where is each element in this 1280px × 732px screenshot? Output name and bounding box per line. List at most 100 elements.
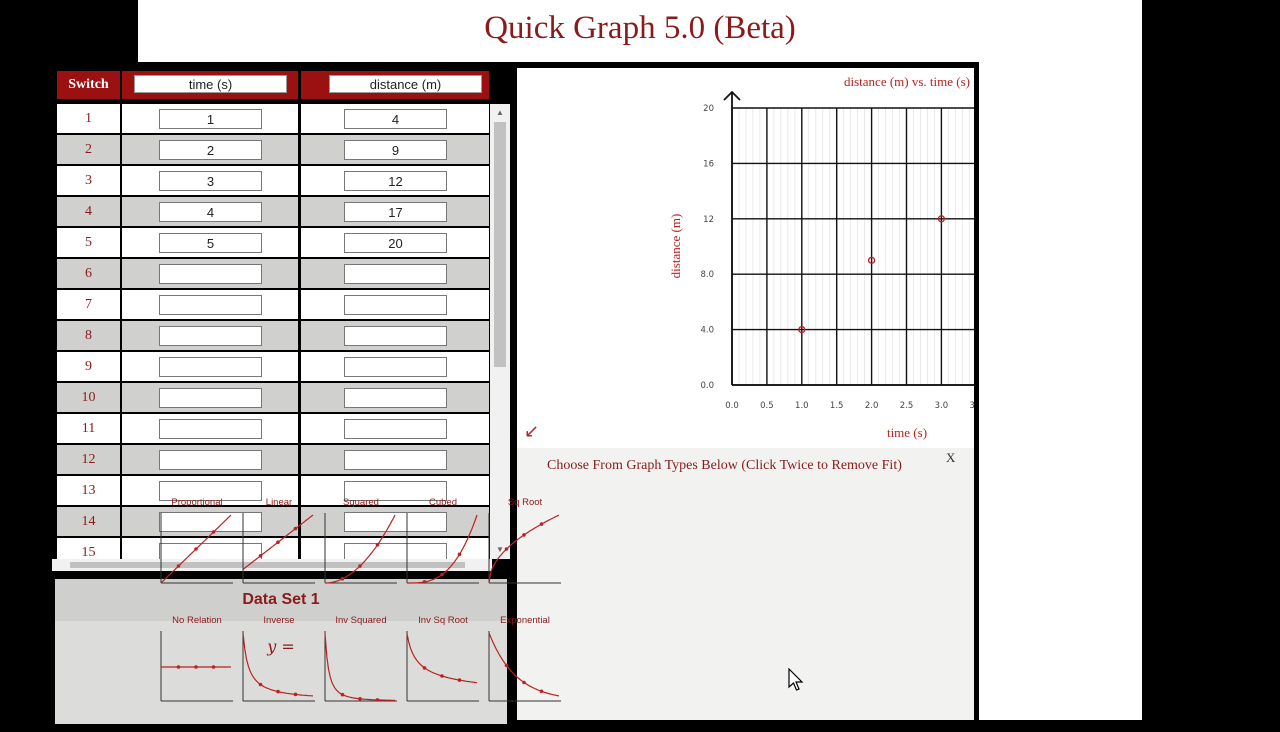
distance-input[interactable] bbox=[344, 171, 447, 191]
fit-thumbnail bbox=[242, 631, 315, 702]
distance-input[interactable] bbox=[344, 233, 447, 253]
column-b-name-input[interactable] bbox=[329, 75, 482, 93]
app-title: Quick Graph 5.0 (Beta) bbox=[484, 10, 796, 46]
time-input[interactable] bbox=[159, 264, 262, 284]
fit-option-squared[interactable]: Squared bbox=[321, 497, 401, 587]
time-input[interactable] bbox=[159, 419, 262, 439]
x-tick-label: 1.0 bbox=[795, 401, 809, 411]
fit-sample-dot bbox=[340, 692, 345, 697]
row-number: 6 bbox=[57, 259, 120, 288]
row-number: 13 bbox=[57, 476, 120, 505]
distance-cell bbox=[301, 166, 489, 195]
row-number: 5 bbox=[57, 228, 120, 257]
time-input[interactable] bbox=[159, 357, 262, 377]
time-input[interactable] bbox=[159, 202, 262, 222]
fit-label: Proportional bbox=[171, 497, 223, 508]
distance-input[interactable] bbox=[344, 388, 447, 408]
time-input[interactable] bbox=[159, 171, 262, 191]
column-a-header bbox=[122, 71, 298, 99]
collapse-arrow-icon[interactable]: ↙ bbox=[524, 421, 539, 442]
distance-input[interactable] bbox=[344, 140, 447, 160]
y-axis-label: distance (m) bbox=[668, 214, 683, 279]
fit-thumbnail bbox=[488, 513, 561, 584]
y-tick-label: 0.0 bbox=[700, 381, 714, 391]
distance-cell bbox=[301, 135, 489, 164]
fit-curve bbox=[325, 514, 396, 584]
scrollbar-thumb[interactable] bbox=[494, 122, 506, 367]
distance-input[interactable] bbox=[344, 264, 447, 284]
distance-input[interactable] bbox=[344, 450, 447, 470]
time-input[interactable] bbox=[159, 140, 262, 160]
scroll-up-icon[interactable]: ▲ bbox=[490, 106, 510, 120]
time-cell bbox=[122, 197, 298, 226]
distance-cell bbox=[301, 259, 489, 288]
distance-input[interactable] bbox=[344, 357, 447, 377]
row-number: 14 bbox=[57, 507, 120, 536]
fit-sample-dot bbox=[375, 543, 380, 547]
fit-option-sq-root[interactable]: Sq Root bbox=[485, 497, 565, 587]
fit-sample-dot bbox=[211, 530, 216, 534]
y-tick-label: 12 bbox=[703, 215, 714, 225]
column-a-name-input[interactable] bbox=[134, 75, 287, 93]
x-tick-label: 0.0 bbox=[725, 401, 739, 411]
table-row: 1 bbox=[57, 104, 489, 133]
fit-label: Inv Sq Root bbox=[418, 615, 468, 626]
fit-sample-dot bbox=[293, 692, 298, 697]
fit-curve bbox=[242, 632, 314, 697]
distance-cell bbox=[301, 321, 489, 350]
distance-cell bbox=[301, 352, 489, 381]
distance-cell bbox=[301, 290, 489, 319]
fit-label: No Relation bbox=[172, 615, 222, 626]
scatter-chart[interactable]: 0.00.51.01.52.02.53.03.54.04.55.00.04.08… bbox=[517, 68, 974, 448]
distance-input[interactable] bbox=[344, 326, 447, 346]
fit-option-exponential[interactable]: Exponential bbox=[485, 615, 565, 705]
fit-option-inverse[interactable]: Inverse bbox=[239, 615, 319, 705]
x-tick-label: 1.5 bbox=[830, 401, 844, 411]
vertical-scrollbar[interactable]: ▲ ▼ bbox=[490, 104, 510, 559]
distance-input[interactable] bbox=[344, 419, 447, 439]
time-input[interactable] bbox=[159, 326, 262, 346]
row-number: 1 bbox=[57, 104, 120, 133]
fit-option-linear[interactable]: Linear bbox=[239, 497, 319, 587]
distance-cell bbox=[301, 104, 489, 133]
fit-label: Inv Squared bbox=[335, 615, 387, 626]
fit-chooser-title: Choose From Graph Types Below (Click Twi… bbox=[547, 458, 902, 473]
fit-label: Exponential bbox=[500, 615, 550, 626]
distance-input[interactable] bbox=[344, 295, 447, 315]
fit-option-no-relation[interactable]: No Relation bbox=[157, 615, 237, 705]
time-cell bbox=[122, 228, 298, 257]
distance-input[interactable] bbox=[344, 109, 447, 129]
table-row: 5 bbox=[57, 228, 489, 257]
time-cell bbox=[122, 259, 298, 288]
fit-option-inv-sq-root[interactable]: Inv Sq Root bbox=[403, 615, 483, 705]
column-b-header bbox=[301, 71, 489, 99]
fit-curve bbox=[488, 632, 560, 697]
fit-thumbnail bbox=[324, 513, 397, 584]
time-input[interactable] bbox=[159, 295, 262, 315]
close-fits-button[interactable]: X bbox=[946, 450, 955, 466]
fit-label: Squared bbox=[343, 497, 379, 508]
distance-cell bbox=[301, 414, 489, 443]
time-input[interactable] bbox=[159, 450, 262, 470]
fit-chooser-panel: Choose From Graph Types Below (Click Twi… bbox=[160, 448, 974, 720]
fit-sample-dot bbox=[358, 697, 362, 701]
switch-button[interactable]: Switch bbox=[57, 71, 120, 99]
time-input[interactable] bbox=[159, 109, 262, 129]
x-axis-label: time (s) bbox=[887, 425, 927, 440]
time-input[interactable] bbox=[159, 233, 262, 253]
table-row: 3 bbox=[57, 166, 489, 195]
fit-sample-dot bbox=[176, 665, 181, 669]
fit-option-inv-squared[interactable]: Inv Squared bbox=[321, 615, 401, 705]
time-cell bbox=[122, 104, 298, 133]
fit-sample-dot bbox=[457, 552, 462, 557]
table-row: 10 bbox=[57, 383, 489, 412]
fit-option-cubed[interactable]: Cubed bbox=[403, 497, 483, 587]
fit-option-proportional[interactable]: Proportional bbox=[157, 497, 237, 587]
distance-input[interactable] bbox=[344, 202, 447, 222]
fit-sample-dot bbox=[522, 680, 526, 685]
time-input[interactable] bbox=[159, 388, 262, 408]
row-number: 2 bbox=[57, 135, 120, 164]
distance-cell bbox=[301, 197, 489, 226]
time-cell bbox=[122, 290, 298, 319]
fit-label: Inverse bbox=[263, 615, 295, 626]
